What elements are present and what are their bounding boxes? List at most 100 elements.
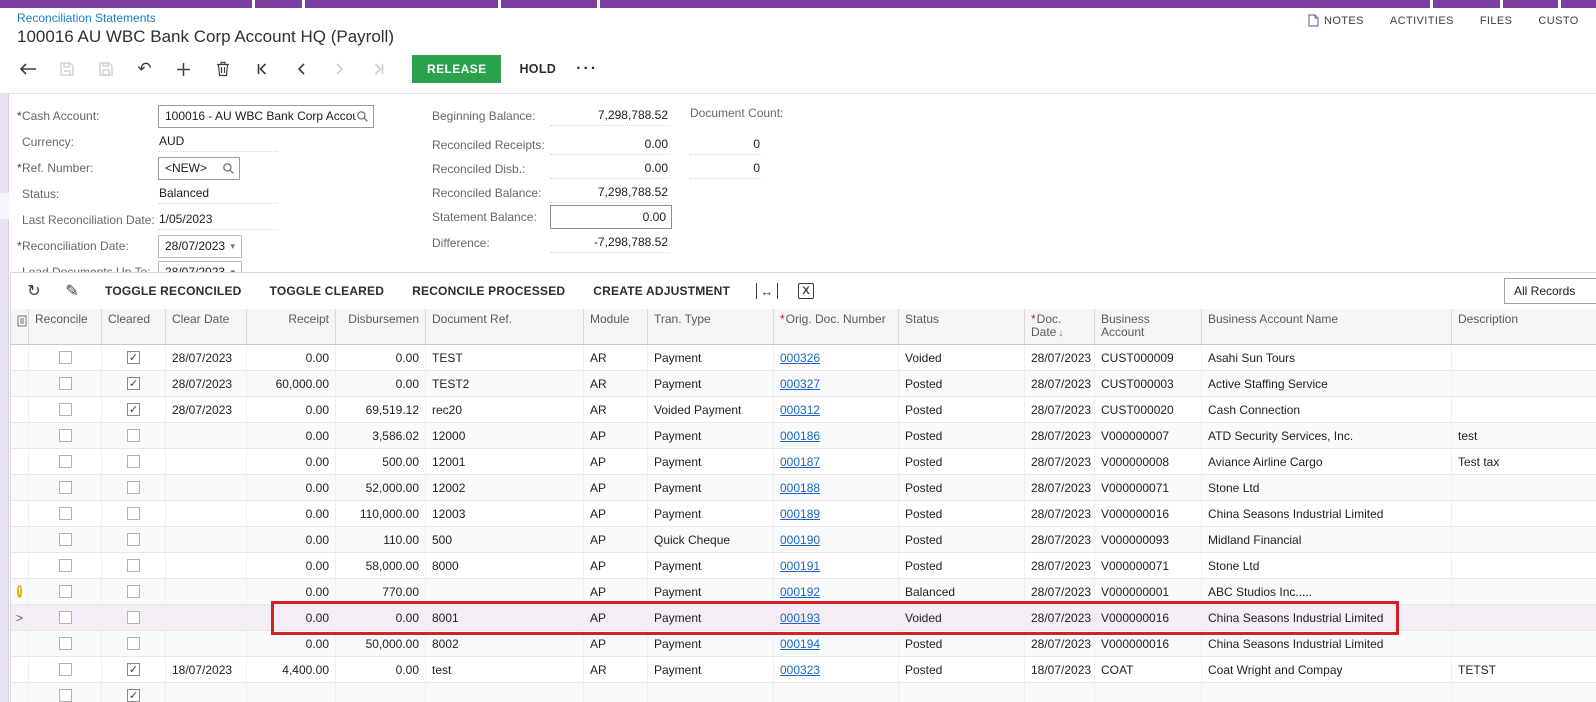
table-row[interactable]: ✓ 28/07/2023 60,000.00 0.00 TEST2 AR Payment 00… — [11, 371, 1596, 397]
reconcile-checkbox[interactable] — [58, 351, 72, 364]
reconcile-checkbox[interactable] — [58, 637, 72, 650]
column-header-receipt[interactable]: Receipt — [247, 309, 336, 344]
cleared-checkbox[interactable] — [127, 455, 140, 468]
cleared-checkbox[interactable]: ✓ — [127, 377, 140, 390]
cleared-checkbox[interactable] — [127, 429, 140, 442]
orig-doc-link[interactable]: 000326 — [780, 351, 820, 365]
column-header-module[interactable]: Module — [584, 309, 648, 344]
reconcile-checkbox[interactable] — [58, 533, 72, 546]
table-row[interactable]: ✓ — [11, 683, 1596, 702]
ref-number-input[interactable]: <NEW> — [158, 156, 240, 180]
filter-dropdown[interactable]: All Records — [1504, 278, 1596, 304]
column-header-business_account_name[interactable]: Business Account Name — [1202, 309, 1452, 344]
column-header-tran_type[interactable]: Tran. Type — [648, 309, 774, 344]
first-record-icon[interactable] — [242, 54, 281, 84]
add-icon[interactable] — [164, 54, 203, 84]
cleared-checkbox[interactable] — [127, 481, 140, 494]
reconcile-checkbox[interactable] — [58, 663, 72, 676]
column-header-status[interactable]: Status — [899, 309, 1025, 344]
customization-button[interactable]: CUSTO — [1538, 14, 1578, 27]
table-row[interactable]: 0.00 58,000.00 8000 AP Payment 000191 Posted 28… — [11, 553, 1596, 579]
column-header-reconcile[interactable]: Reconcile — [29, 309, 102, 344]
reconcile-checkbox[interactable] — [58, 559, 72, 572]
statement-balance-input[interactable] — [550, 205, 672, 229]
cleared-checkbox[interactable] — [127, 611, 140, 624]
hold-button[interactable]: HOLD — [519, 55, 556, 83]
delete-icon[interactable] — [203, 54, 242, 84]
cash-account-input[interactable]: 100016 - AU WBC Bank Corp Account — [158, 104, 374, 128]
reconcile-checkbox[interactable] — [58, 403, 72, 416]
toggle-cleared-button[interactable]: TOGGLE CLEARED — [256, 284, 399, 298]
table-row[interactable]: 0.00 50,000.00 8002 AP Payment 000194 Posted 28… — [11, 631, 1596, 657]
create-adjustment-button[interactable]: CREATE ADJUSTMENT — [579, 284, 744, 298]
table-row[interactable]: >0.00 0.00 8001 AP Payment 000193 Voided 28/07/… — [11, 605, 1596, 631]
table-row[interactable]: ✓ 18/07/2023 4,400.00 0.00 test AR Payment 0003… — [11, 657, 1596, 683]
edit-pencil-icon[interactable]: ✎ — [53, 277, 91, 305]
cleared-checkbox[interactable] — [127, 507, 140, 520]
cancel-icon[interactable]: ↶ — [125, 54, 164, 84]
column-header-clear_date[interactable]: Clear Date — [166, 309, 247, 344]
breadcrumb[interactable]: Reconciliation Statements — [17, 11, 156, 25]
orig-doc-link[interactable]: 000187 — [780, 455, 820, 469]
release-button[interactable]: RELEASE — [412, 55, 502, 83]
orig-doc-link[interactable]: 000186 — [780, 429, 820, 443]
orig-doc-link[interactable]: 000327 — [780, 377, 820, 391]
table-row[interactable]: ✓ 28/07/2023 0.00 0.00 TEST AR Payment 000326 Vo… — [11, 345, 1596, 371]
table-row[interactable]: ! 0.00 770.00 AP Payment 000192 Balanced 28/07/… — [11, 579, 1596, 605]
orig-doc-link[interactable]: 000193 — [780, 611, 820, 625]
orig-doc-link[interactable]: 000192 — [780, 585, 820, 599]
files-button[interactable]: FILES — [1480, 14, 1513, 27]
activities-button[interactable]: ACTIVITIES — [1390, 14, 1454, 27]
orig-doc-link[interactable]: 000190 — [780, 533, 820, 547]
reconcile-processed-button[interactable]: RECONCILE PROCESSED — [398, 284, 579, 298]
cleared-checkbox[interactable] — [127, 637, 140, 650]
more-actions-button[interactable]: ··· — [576, 60, 598, 78]
column-header-orig_doc_number[interactable]: *Orig. Doc. Number — [774, 309, 899, 344]
orig-doc-link[interactable]: 000189 — [780, 507, 820, 521]
reconcile-checkbox[interactable] — [58, 507, 72, 520]
back-icon[interactable] — [8, 54, 47, 84]
reconcile-checkbox[interactable] — [58, 611, 72, 624]
orig-doc-link[interactable]: 000312 — [780, 403, 820, 417]
table-row[interactable]: 0.00 110,000.00 12003 AP Payment 000189 Posted… — [11, 501, 1596, 527]
reconcile-checkbox[interactable] — [58, 429, 72, 442]
refresh-icon[interactable]: ↻ — [15, 277, 53, 305]
cleared-checkbox[interactable]: ✓ — [127, 689, 140, 702]
column-header-document_ref[interactable]: Document Ref. — [426, 309, 584, 344]
column-header-cleared[interactable]: Cleared — [102, 309, 166, 344]
lookup-icon[interactable] — [356, 110, 369, 123]
lookup-icon[interactable] — [222, 162, 235, 175]
cleared-checkbox[interactable] — [127, 533, 140, 546]
column-header-doc_date[interactable]: *Doc. Date ↓ — [1025, 309, 1095, 344]
cleared-checkbox[interactable] — [127, 559, 140, 572]
cleared-checkbox[interactable]: ✓ — [127, 351, 140, 364]
reconcile-checkbox[interactable] — [58, 455, 72, 468]
reconciliation-date-input[interactable]: 28/07/2023 ▾ — [158, 234, 242, 258]
fit-to-screen-icon[interactable]: ↔ — [756, 283, 779, 299]
row-notes-column-header[interactable] — [11, 309, 29, 344]
toggle-reconciled-button[interactable]: TOGGLE RECONCILED — [91, 284, 256, 298]
table-row[interactable]: 0.00 3,586.02 12000 AP Payment 000186 Posted 28… — [11, 423, 1596, 449]
orig-doc-link[interactable]: 000191 — [780, 559, 820, 573]
orig-doc-link[interactable]: 000194 — [780, 637, 820, 651]
export-excel-icon[interactable]: X — [798, 283, 815, 299]
reconcile-checkbox[interactable] — [58, 689, 72, 702]
cleared-checkbox[interactable]: ✓ — [127, 663, 140, 676]
cleared-checkbox[interactable] — [127, 585, 140, 598]
reconcile-checkbox[interactable] — [58, 585, 72, 598]
reconcile-checkbox[interactable] — [58, 377, 72, 390]
reconcile-checkbox[interactable] — [58, 481, 72, 494]
prev-record-icon[interactable] — [281, 54, 320, 84]
column-header-description[interactable]: Description — [1452, 309, 1596, 344]
orig-doc-link[interactable]: 000188 — [780, 481, 820, 495]
table-row[interactable]: ✓ 28/07/2023 0.00 69,519.12 rec20 AR Voided Pa… — [11, 397, 1596, 423]
column-header-disbursement[interactable]: Disbursemen — [336, 309, 426, 344]
table-row[interactable]: 0.00 110.00 500 AP Quick Cheque 000190 Posted 2… — [11, 527, 1596, 553]
notes-button[interactable]: NOTES — [1308, 14, 1364, 27]
chevron-down-icon[interactable]: ▾ — [230, 241, 235, 252]
cleared-checkbox[interactable]: ✓ — [127, 403, 140, 416]
table-row[interactable]: 0.00 52,000.00 12002 AP Payment 000188 Posted 2… — [11, 475, 1596, 501]
table-row[interactable]: 0.00 500.00 12001 AP Payment 000187 Posted 28/0… — [11, 449, 1596, 475]
orig-doc-link[interactable]: 000323 — [780, 663, 820, 677]
column-header-business_account[interactable]: Business Account — [1095, 309, 1202, 344]
